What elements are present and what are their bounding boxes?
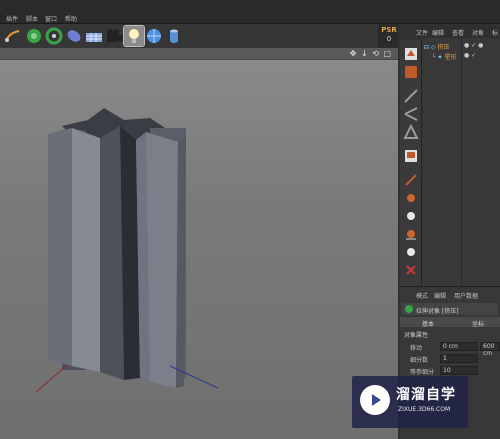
attr-tab-userdata[interactable]: 用户数据 — [454, 291, 478, 300]
menu-item-help[interactable]: 帮助 — [65, 14, 77, 23]
om-menu-file[interactable]: 文件 — [416, 28, 428, 37]
psr-readout: PSR 0 — [378, 26, 400, 46]
menu-item-window[interactable]: 窗口 — [45, 14, 57, 23]
psr-label: PSR — [381, 26, 397, 34]
planar-workplane-icon[interactable] — [403, 226, 419, 242]
edge-mode-icon[interactable] — [403, 106, 419, 122]
object-name: 星形 — [444, 54, 457, 61]
psr-value: 0 — [386, 35, 392, 43]
param-input-movement-z[interactable]: 600 cm — [480, 342, 500, 357]
param-input-isoparm[interactable]: 10 — [440, 366, 478, 375]
om-menu-edit[interactable]: 编辑 — [432, 28, 444, 37]
param-input-subdivision[interactable]: 1 — [440, 354, 478, 363]
param-label: 移动 — [410, 345, 423, 352]
mode-coord-button[interactable]: 坐标 — [472, 319, 484, 328]
subdivision-icon[interactable] — [24, 26, 44, 46]
floor-icon[interactable] — [84, 26, 104, 46]
param-label: 等参细分 — [410, 369, 435, 376]
param-label: 细分数 — [410, 357, 429, 364]
viewport[interactable]: ✥ ↓ ⟲ ▢ — [0, 48, 398, 439]
mode-basic-button[interactable]: 基本 — [422, 319, 434, 328]
attr-tab-mode[interactable]: 模式 — [416, 291, 428, 300]
solo-icon[interactable] — [403, 244, 419, 260]
attribute-mode-buttons: 基本 坐标 — [400, 317, 500, 328]
watermark-title: 溜溜自学 — [396, 387, 456, 403]
light-icon[interactable] — [123, 25, 145, 47]
polygon-mode-icon[interactable] — [403, 123, 419, 140]
deformer-icon[interactable] — [64, 26, 84, 46]
object-row-extrude[interactable]: ⊟ ◇ 挤压 — [424, 42, 450, 51]
object-manager-menu: 文件 编辑 查看 对象 标 — [414, 26, 500, 38]
param-input-movement[interactable]: 0 cm — [440, 342, 478, 351]
object-manager-divider — [461, 38, 462, 286]
om-menu-view[interactable]: 查看 — [452, 28, 464, 37]
vertical-toolstrip — [400, 40, 422, 300]
axis-mode-icon[interactable] — [403, 148, 419, 164]
visibility-toggles-star[interactable]: ● ✓ — [464, 52, 476, 61]
attribute-title-row: 拉伸对象 [挤压] — [402, 303, 498, 315]
camera-icon[interactable] — [104, 26, 124, 46]
om-menu-object[interactable]: 对象 — [472, 28, 484, 37]
spline-star-icon: └ ✦ — [432, 54, 443, 61]
menu-bar: 插件 脚本 窗口 帮助 — [0, 0, 500, 24]
solo-off-icon[interactable] — [403, 262, 419, 278]
texture-mode-icon[interactable] — [403, 64, 419, 80]
attribute-object-title: 拉伸对象 [挤压] — [416, 308, 459, 315]
extrude-object-icon — [405, 305, 413, 313]
spline-pen-icon[interactable] — [2, 26, 22, 46]
model-mode-icon[interactable] — [403, 46, 419, 62]
extruded-star-model — [35, 108, 219, 393]
param-row-subdivision: 细分数 1 — [400, 353, 500, 364]
main-toolbar — [0, 24, 378, 48]
watermark-subtitle: ZIXUE.3D66.COM — [398, 406, 451, 413]
extrude-icon: ⊟ ◇ — [424, 44, 436, 51]
locked-workplane-icon[interactable] — [403, 208, 419, 224]
watermark: 溜溜自学 ZIXUE.3D66.COM — [352, 376, 468, 428]
array-icon[interactable] — [44, 26, 64, 46]
attr-tab-edit[interactable]: 编辑 — [434, 291, 446, 300]
workplane-icon[interactable] — [403, 190, 419, 206]
object-row-star[interactable]: └ ✦ 星形 — [432, 52, 456, 61]
attribute-tabs: 模式 编辑 用户数据 — [400, 289, 500, 301]
visibility-dot-icon: ● ✓ — [464, 52, 477, 59]
param-row-movement: 移动 0 cm 600 cm — [400, 341, 500, 357]
cylinder-icon[interactable] — [164, 26, 184, 46]
snap-icon[interactable] — [403, 172, 419, 188]
point-mode-icon[interactable] — [403, 88, 419, 104]
om-menu-tag[interactable]: 标 — [492, 28, 498, 37]
visibility-dot-icon: ● ✓ ● — [464, 42, 484, 49]
attribute-section-title: 对象属性 — [404, 332, 429, 339]
environment-icon[interactable] — [144, 26, 164, 46]
object-manager: ⊟ ◇ 挤压 └ ✦ 星形 ● ✓ ● ● ✓ — [422, 38, 500, 286]
object-name: 挤压 — [437, 44, 450, 51]
menu-item-plugins[interactable]: 插件 — [6, 14, 18, 23]
param-row-isoparm: 等参细分 10 — [400, 365, 500, 376]
visibility-toggles-extrude[interactable]: ● ✓ ● — [464, 42, 483, 51]
menu-item-script[interactable]: 脚本 — [26, 14, 38, 23]
watermark-play-icon — [360, 385, 390, 415]
